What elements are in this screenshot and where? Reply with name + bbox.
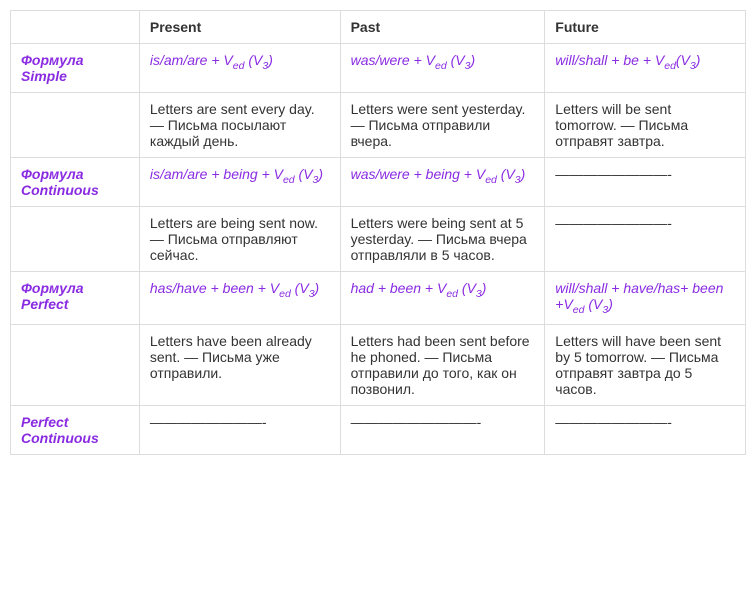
continuous-present-formula: is/am/are + being + Ved (V3) xyxy=(139,158,340,207)
continuous-past-formula: was/were + being + Ved (V3) xyxy=(340,158,545,207)
continuous-example-label xyxy=(11,207,140,272)
header-row: Present Past Future xyxy=(11,11,746,44)
simple-label: Формула Simple xyxy=(11,44,140,93)
simple-past-example: Letters were sent yesterday. — Письма от… xyxy=(340,93,545,158)
continuous-future-example: ————————- xyxy=(545,207,746,272)
simple-formula-row: Формула Simple is/am/are + Ved (V3) was/… xyxy=(11,44,746,93)
perfect-future-formula: will/shall + have/has+ been +Ved (V3) xyxy=(545,272,746,325)
simple-past-formula: was/were + Ved (V3) xyxy=(340,44,545,93)
perfect-continuous-label: Perfect Continuous xyxy=(11,405,140,454)
header-empty xyxy=(11,11,140,44)
simple-present-formula: is/am/are + Ved (V3) xyxy=(139,44,340,93)
continuous-present-example: Letters are being sent now. — Письма отп… xyxy=(139,207,340,272)
continuous-future-formula: ————————- xyxy=(545,158,746,207)
header-future: Future xyxy=(545,11,746,44)
simple-present-example: Letters are sent every day. — Письма пос… xyxy=(139,93,340,158)
perfect-formula-row: Формула Perfect has/have + been + Ved (V… xyxy=(11,272,746,325)
perfect-future-example: Letters will have been sent by 5 tomorro… xyxy=(545,324,746,405)
simple-example-label xyxy=(11,93,140,158)
perfect-past-formula: had + been + Ved (V3) xyxy=(340,272,545,325)
passive-voice-table: Present Past Future Формула Simple is/am… xyxy=(10,10,746,455)
perfect-continuous-present: ————————- xyxy=(139,405,340,454)
header-present: Present xyxy=(139,11,340,44)
perfect-present-formula: has/have + been + Ved (V3) xyxy=(139,272,340,325)
perfect-label: Формула Perfect xyxy=(11,272,140,325)
header-past: Past xyxy=(340,11,545,44)
perfect-continuous-row: Perfect Continuous ————————- —————————- … xyxy=(11,405,746,454)
continuous-label: Формула Continuous xyxy=(11,158,140,207)
perfect-continuous-past: —————————- xyxy=(340,405,545,454)
perfect-example-label xyxy=(11,324,140,405)
perfect-present-example: Letters have been already sent. — Письма… xyxy=(139,324,340,405)
continuous-example-row: Letters are being sent now. — Письма отп… xyxy=(11,207,746,272)
simple-future-example: Letters will be sent tomorrow. — Письма … xyxy=(545,93,746,158)
perfect-example-row: Letters have been already sent. — Письма… xyxy=(11,324,746,405)
continuous-formula-row: Формула Continuous is/am/are + being + V… xyxy=(11,158,746,207)
simple-future-formula: will/shall + be + Ved(V3) xyxy=(545,44,746,93)
perfect-continuous-future: ————————- xyxy=(545,405,746,454)
continuous-past-example: Letters were being sent at 5 yesterday. … xyxy=(340,207,545,272)
simple-example-row: Letters are sent every day. — Письма пос… xyxy=(11,93,746,158)
perfect-past-example: Letters had been sent before he phoned. … xyxy=(340,324,545,405)
